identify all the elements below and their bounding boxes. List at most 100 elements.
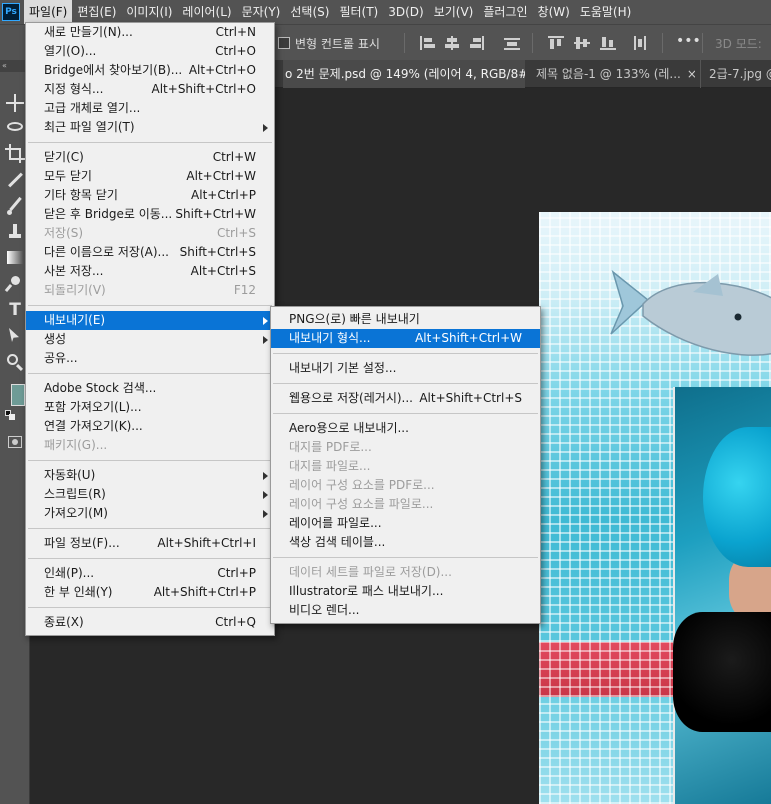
menu-window[interactable]: 창(W) <box>533 0 575 24</box>
file-menu-item-새로-만들기[interactable]: 새로 만들기(N)... Ctrl+N <box>26 23 274 42</box>
menu-item-label: 기타 항목 닫기 <box>44 188 118 202</box>
file-menu-item-인쇄[interactable]: 인쇄(P)... Ctrl+P <box>26 564 274 583</box>
file-menu-item-모두-닫기[interactable]: 모두 닫기 Alt+Ctrl+W <box>26 167 274 186</box>
file-menu-item-adobe-stock-검색[interactable]: Adobe Stock 검색... <box>26 379 274 398</box>
file-menu-item-bridge에서-찾아보기[interactable]: Bridge에서 찾아보기(B)... Alt+Ctrl+O <box>26 61 274 80</box>
align-left-icon[interactable] <box>420 36 436 50</box>
app-logo: Ps <box>2 3 20 21</box>
foreground-color-swatch[interactable] <box>11 384 25 406</box>
distribute-icon[interactable] <box>504 36 520 50</box>
menu-item-label: 대지를 파일로... <box>289 459 371 473</box>
submenu-arrow-icon <box>263 317 268 325</box>
file-menu-item-사본-저장[interactable]: 사본 저장... Alt+Ctrl+S <box>26 262 274 281</box>
export-menu-item-색상-검색-테이블[interactable]: 색상 검색 테이블... <box>271 533 540 552</box>
menu-view[interactable]: 보기(V) <box>429 0 479 24</box>
export-menu-item-레이어를-파일로[interactable]: 레이어를 파일로... <box>271 514 540 533</box>
menu-file[interactable]: 파일(F) <box>24 0 73 24</box>
menu-item-label: 닫은 후 Bridge로 이동... <box>44 207 173 221</box>
file-menu-item-다른-이름으로-저장[interactable]: 다른 이름으로 저장(A)... Shift+Ctrl+S <box>26 243 274 262</box>
menu-3d[interactable]: 3D(D) <box>383 0 428 24</box>
menu-filter[interactable]: 필터(T) <box>334 0 383 24</box>
file-menu-item-스크립트[interactable]: 스크립트(R) <box>26 485 274 504</box>
eyedropper-tool-icon[interactable] <box>5 170 25 190</box>
file-menu-item-가져오기[interactable]: 가져오기(M) <box>26 504 274 523</box>
options-divider <box>662 33 663 53</box>
export-menu-item-비디오-렌더[interactable]: 비디오 렌더... <box>271 601 540 620</box>
menu-image[interactable]: 이미지(I) <box>121 0 177 24</box>
move-tool-icon[interactable] <box>5 93 25 113</box>
align-top-icon[interactable] <box>548 36 564 50</box>
lasso-tool-icon[interactable] <box>5 118 25 138</box>
align-center-icon[interactable] <box>444 36 460 50</box>
menu-item-label: 레이어 구성 요소를 파일로... <box>289 497 434 511</box>
file-menu-item-자동화[interactable]: 자동화(U) <box>26 466 274 485</box>
menu-item-shortcut: Ctrl+S <box>216 226 256 240</box>
file-menu-item-종료[interactable]: 종료(X) Ctrl+Q <box>26 613 274 632</box>
export-menu-item-aero용으로-내보내기[interactable]: Aero용으로 내보내기... <box>271 419 540 438</box>
file-menu-item-연결-가져오기[interactable]: 연결 가져오기(K)... <box>26 417 274 436</box>
file-menu-item-생성[interactable]: 생성 <box>26 330 274 349</box>
export-menu-item-내보내기-형식[interactable]: 내보내기 형식... Alt+Shift+Ctrl+W <box>271 329 540 348</box>
document-tab[interactable]: 제목 없음-1 @ 133% (레... × <box>530 60 695 88</box>
align-right-icon[interactable] <box>468 36 484 50</box>
file-menu-item-최근-파일-열기[interactable]: 최근 파일 열기(T) <box>26 118 274 137</box>
export-menu-item-illustrator로-패스-내보내기[interactable]: Illustrator로 패스 내보내기... <box>271 582 540 601</box>
close-icon[interactable]: × <box>687 67 695 81</box>
brush-tool-icon[interactable] <box>5 196 25 216</box>
export-menu-item-웹용으로-저장[interactable]: 웹용으로 저장(레거시)... Alt+Shift+Ctrl+S <box>271 389 540 408</box>
file-menu-item-포함-가져오기[interactable]: 포함 가져오기(L)... <box>26 398 274 417</box>
menu-separator <box>28 460 272 461</box>
zoom-tool-icon[interactable] <box>5 352 25 372</box>
swap-colors-icon[interactable] <box>5 410 19 422</box>
type-tool-icon[interactable]: T <box>5 300 25 320</box>
show-transform-controls-label: 변형 컨트롤 표시 <box>295 37 380 51</box>
file-menu-item-내보내기[interactable]: 내보내기(E) <box>26 311 274 330</box>
menu-item-label: 생성 <box>44 332 67 346</box>
show-transform-controls-checkbox[interactable] <box>278 37 290 49</box>
file-menu-item-열기[interactable]: 열기(O)... Ctrl+O <box>26 42 274 61</box>
document-canvas[interactable] <box>539 212 771 804</box>
menu-item-shortcut: Alt+Shift+Ctrl+W <box>415 331 522 345</box>
options-divider <box>532 33 533 53</box>
menu-item-label: 최근 파일 열기(T) <box>44 120 135 134</box>
clone-stamp-tool-icon[interactable] <box>5 222 25 242</box>
file-menu-item-닫기[interactable]: 닫기(C) Ctrl+W <box>26 148 274 167</box>
more-options-icon[interactable]: ••• <box>676 33 701 49</box>
file-menu-item-기타-항목-닫기[interactable]: 기타 항목 닫기 Alt+Ctrl+P <box>26 186 274 205</box>
export-menu-item-내보내기-기본-설정[interactable]: 내보내기 기본 설정... <box>271 359 540 378</box>
document-tab-label: o 2번 문제.psd @ 149% (레이어 4, RGB/8#) <box>285 67 525 81</box>
menu-layer[interactable]: 레이어(L) <box>177 0 236 24</box>
align-bottom-icon[interactable] <box>600 36 616 50</box>
export-menu-item-레이어-구성-요소를-pdf로: 레이어 구성 요소를 PDF로... <box>271 476 540 495</box>
menu-item-label: 레이어 구성 요소를 PDF로... <box>289 478 435 492</box>
file-menu-item-파일-정보[interactable]: 파일 정보(F)... Alt+Shift+Ctrl+I <box>26 534 274 553</box>
distribute-vertical-icon[interactable] <box>632 36 648 50</box>
menu-help[interactable]: 도움말(H) <box>575 0 637 24</box>
path-selection-tool-icon[interactable] <box>5 326 25 346</box>
submenu-arrow-icon <box>263 336 268 344</box>
menu-select[interactable]: 선택(S) <box>285 0 334 24</box>
align-middle-icon[interactable] <box>574 36 590 50</box>
menu-item-label: 열기(O)... <box>44 44 97 58</box>
dodge-tool-icon[interactable] <box>4 274 25 294</box>
menu-item-label: 대지를 PDF로... <box>289 440 372 454</box>
gradient-tool-icon[interactable] <box>5 248 25 268</box>
quick-mask-icon[interactable] <box>8 436 22 448</box>
document-tab[interactable]: 2급-7.jpg @ <box>700 60 771 88</box>
options-divider <box>404 33 405 53</box>
file-menu-item-한-부-인쇄[interactable]: 한 부 인쇄(Y) Alt+Shift+Ctrl+P <box>26 583 274 602</box>
document-tab-active[interactable]: o 2번 문제.psd @ 149% (레이어 4, RGB/8#)× <box>283 60 525 88</box>
menu-plugins[interactable]: 플러그인 <box>478 0 532 24</box>
file-menu-item-패키지: 패키지(G)... <box>26 436 274 455</box>
export-menu-item-png으-빠른-내보내기[interactable]: PNG으(로) 빠른 내보내기 <box>271 310 540 329</box>
menu-type[interactable]: 문자(Y) <box>237 0 286 24</box>
file-menu-item-닫은-후-bridge로-이동[interactable]: 닫은 후 Bridge로 이동... Shift+Ctrl+W <box>26 205 274 224</box>
file-menu-item-공유[interactable]: 공유... <box>26 349 274 368</box>
menu-edit[interactable]: 편집(E) <box>72 0 121 24</box>
menu-item-label: 패키지(G)... <box>44 438 108 452</box>
menu-item-shortcut: Alt+Shift+Ctrl+P <box>153 585 256 599</box>
file-menu-item-고급-개체로-열기[interactable]: 고급 개체로 열기... <box>26 99 274 118</box>
menu-item-label: 내보내기(E) <box>44 313 106 327</box>
file-menu-item-지정-형식[interactable]: 지정 형식... Alt+Shift+Ctrl+O <box>26 80 274 99</box>
crop-tool-icon[interactable] <box>5 144 25 164</box>
